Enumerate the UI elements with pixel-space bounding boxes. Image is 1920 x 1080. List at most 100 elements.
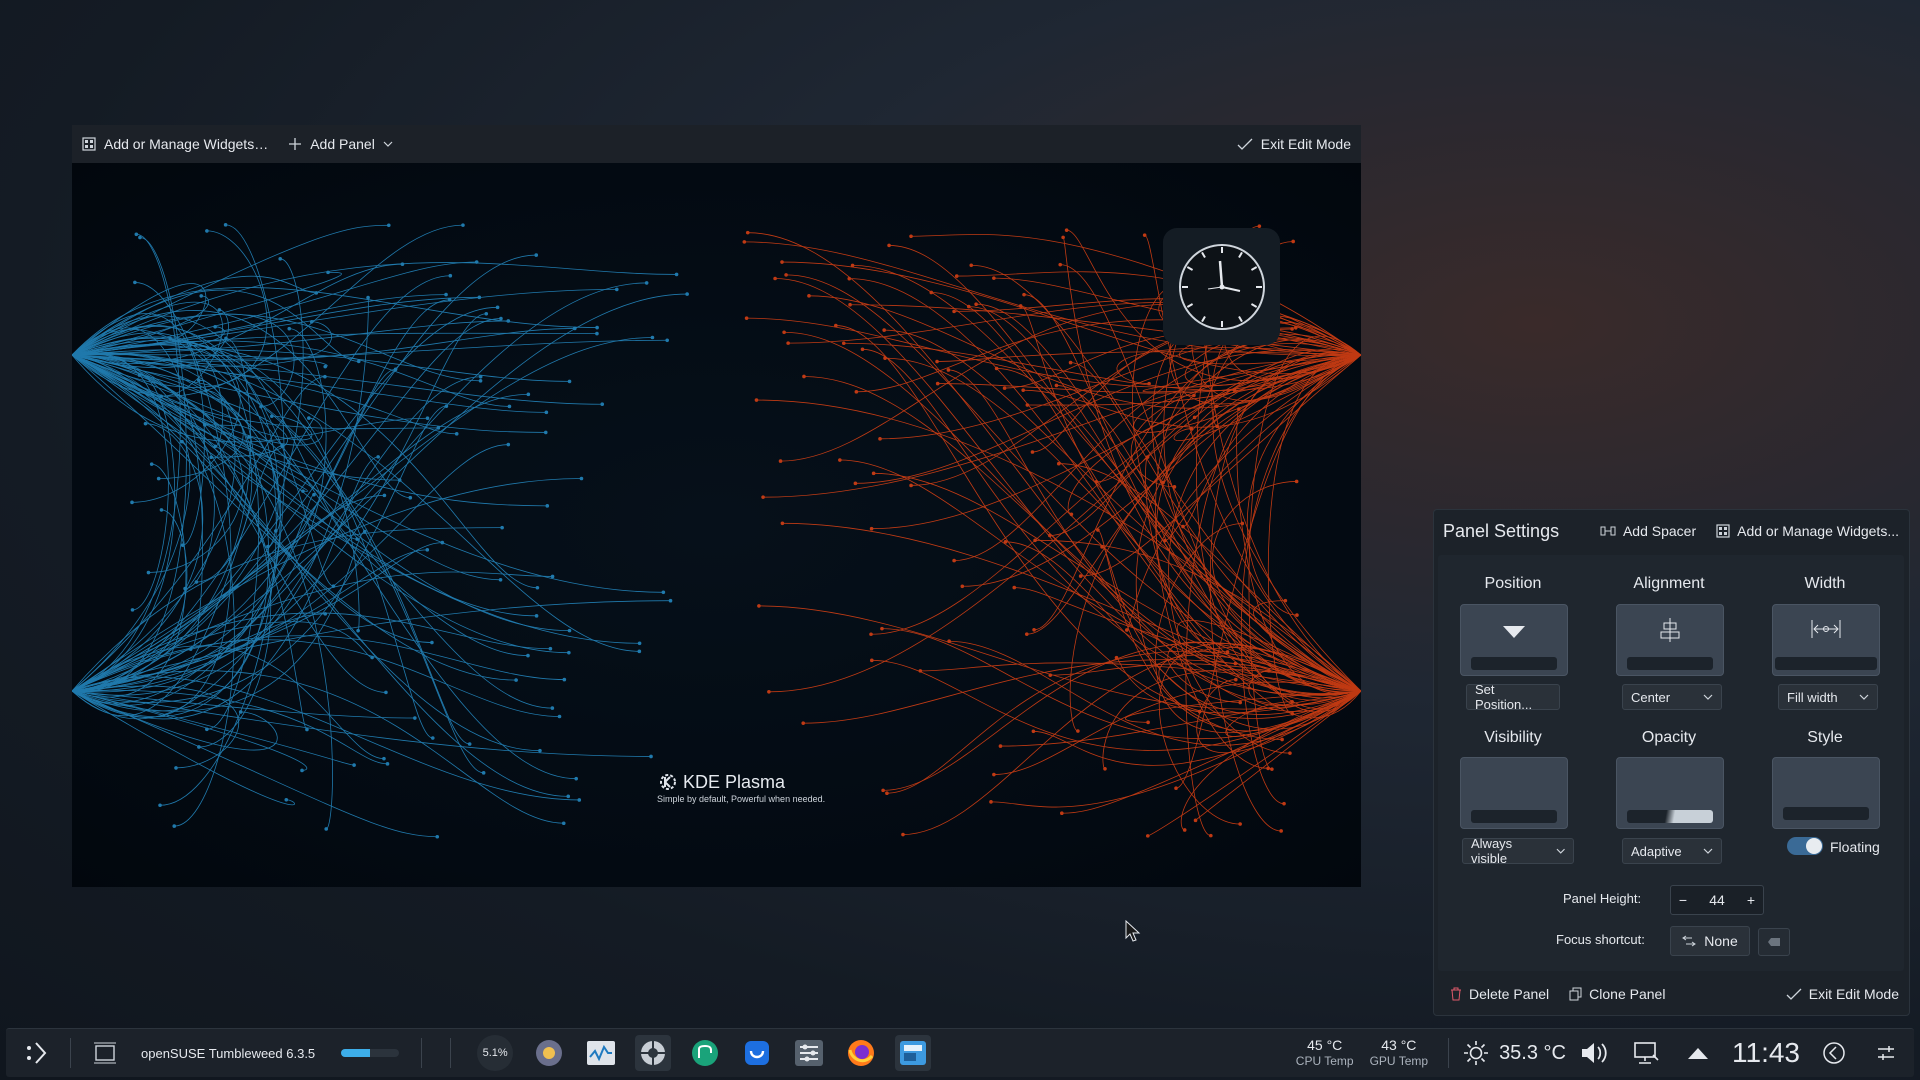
visibility-select[interactable]: Always visible	[1462, 836, 1574, 866]
edit-mode-toolbar: Add or Manage Widgets… Add Panel Exit Ed…	[72, 125, 1361, 163]
cpu-temp-label: CPU Temp	[1295, 1054, 1354, 1068]
ps-manage-widgets-label: Add or Manage Widgets...	[1737, 523, 1899, 539]
arrow-down-icon	[1503, 626, 1525, 638]
exit-edit-mode-button[interactable]: Exit Edit Mode	[1227, 125, 1361, 163]
system-settings-app[interactable]	[791, 1035, 827, 1071]
increment-button[interactable]: +	[1739, 892, 1763, 908]
peek-desktop-button[interactable]	[1816, 1035, 1852, 1071]
ps-manage-widgets-button[interactable]: Add or Manage Widgets...	[1706, 523, 1909, 539]
align-center-icon	[1660, 618, 1680, 642]
visibility-tile[interactable]	[1460, 757, 1568, 829]
visibility-value: Always visible	[1471, 836, 1513, 866]
digital-clock[interactable]: 11:43	[1732, 1037, 1800, 1069]
clone-panel-button[interactable]: Clone Panel	[1559, 986, 1675, 1002]
shopping-bag-icon	[745, 1041, 770, 1065]
ps-exit-edit-mode-button[interactable]: Exit Edit Mode	[1776, 986, 1909, 1002]
chevron-down-icon	[1556, 848, 1565, 854]
visibility-title: Visibility	[1484, 729, 1542, 746]
add-panel-label: Add Panel	[310, 136, 375, 152]
alignment-tile[interactable]	[1616, 604, 1724, 676]
clock-face-icon	[1178, 243, 1265, 330]
discover-app[interactable]	[739, 1035, 775, 1071]
spacer-icon	[1600, 526, 1616, 536]
gpu-temp-label: GPU Temp	[1369, 1054, 1429, 1068]
opacity-value: Adaptive	[1631, 843, 1682, 859]
position-tile[interactable]	[1460, 604, 1568, 676]
brand-tagline: Simple by default, Powerful when needed.	[657, 794, 826, 804]
gear-icon	[641, 1041, 666, 1065]
alignment-select[interactable]: Center	[1622, 684, 1722, 710]
system-monitor-icon	[587, 1041, 616, 1065]
trash-icon	[1451, 987, 1461, 1001]
floating-label: Floating	[1830, 839, 1880, 855]
app-orb-icon	[536, 1040, 563, 1066]
cpu-load-badge[interactable]: 5.1%	[477, 1035, 514, 1071]
set-position-button[interactable]: Set Position...	[1466, 682, 1560, 712]
panel-height-value[interactable]: 44	[1695, 892, 1739, 908]
chevron-down-icon	[1703, 848, 1713, 854]
opacity-tile[interactable]	[1616, 757, 1724, 829]
width-title: Width	[1804, 575, 1846, 592]
pager-button[interactable]	[87, 1035, 123, 1071]
add-spacer-button[interactable]: Add Spacer	[1590, 523, 1706, 539]
gpu-temp-widget[interactable]: 43 °C GPU Temp	[1370, 1037, 1428, 1069]
position-title: Position	[1484, 575, 1542, 592]
manage-widgets-button[interactable]: Add or Manage Widgets…	[72, 125, 278, 163]
firefox-app[interactable]	[843, 1035, 879, 1071]
speaker-icon	[1582, 1043, 1607, 1063]
panel-configure-button[interactable]	[1868, 1035, 1904, 1071]
checkmark-icon	[1786, 988, 1802, 1000]
delete-panel-button[interactable]: Delete Panel	[1440, 986, 1559, 1002]
delete-panel-label: Delete Panel	[1469, 986, 1550, 1002]
add-panel-button[interactable]: Add Panel	[278, 125, 403, 163]
kde-gear-icon	[660, 774, 676, 790]
plus-icon	[289, 138, 302, 150]
decrement-button[interactable]: −	[1671, 892, 1695, 908]
shortcut-icon	[1682, 935, 1697, 947]
weather-temp: 35.3 °C	[1499, 1041, 1566, 1064]
manage-widgets-label: Add or Manage Widgets…	[104, 136, 269, 152]
system-monitor-app[interactable]	[583, 1035, 619, 1071]
volume-button[interactable]	[1576, 1035, 1612, 1071]
gpu-temp-value: 43 °C	[1381, 1037, 1417, 1053]
toggle-knob	[1806, 838, 1822, 854]
panel-settings-dialog: Panel Settings Add Spacer Add or Manage …	[1433, 509, 1910, 1016]
network-monitor-icon	[1634, 1042, 1659, 1064]
sliders-icon	[795, 1040, 824, 1066]
system-tray-expander[interactable]	[1680, 1035, 1716, 1071]
network-button[interactable]	[1628, 1035, 1664, 1071]
active-window-title[interactable]: openSUSE Tumbleweed 6.3.5	[141, 1046, 315, 1061]
app-launcher-button[interactable]	[18, 1035, 54, 1071]
focus-shortcut-button[interactable]: None	[1670, 926, 1750, 956]
widgets-grid-icon	[82, 137, 96, 151]
width-value: Fill width	[1787, 689, 1838, 705]
opacity-title: Opacity	[1641, 729, 1697, 746]
fill-width-icon	[1811, 620, 1841, 638]
exit-edit-mode-label: Exit Edit Mode	[1260, 136, 1351, 152]
cpu-temp-widget[interactable]: 45 °C CPU Temp	[1296, 1037, 1354, 1069]
chevron-left-circle-icon	[1823, 1042, 1845, 1064]
focus-shortcut-value: None	[1704, 933, 1738, 949]
alignment-value: Center	[1631, 689, 1671, 705]
width-select[interactable]: Fill width	[1778, 684, 1878, 710]
style-tile[interactable]	[1772, 757, 1880, 829]
clear-shortcut-button[interactable]	[1758, 928, 1790, 956]
clone-panel-label: Clone Panel	[1589, 986, 1666, 1002]
weather-widget[interactable]: 35.3 °C	[1463, 1040, 1566, 1066]
launcher-icon	[27, 1042, 47, 1064]
focus-shortcut-label: Focus shortcut:	[1556, 932, 1645, 947]
chevron-up-icon	[1688, 1048, 1708, 1059]
active-window-app[interactable]	[895, 1035, 932, 1071]
panel-settings-body: Position Alignment Width Set Position...…	[1438, 555, 1904, 971]
panel-height-spinbox[interactable]: − 44 +	[1670, 885, 1764, 915]
taskbar-panel: openSUSE Tumbleweed 6.3.5 5.1% 45 °C CPU…	[6, 1028, 1914, 1077]
settings-app[interactable]	[635, 1035, 672, 1071]
opacity-select[interactable]: Adaptive	[1622, 838, 1722, 864]
taskbar-app-1[interactable]	[531, 1035, 567, 1071]
analog-clock-widget[interactable]	[1163, 228, 1280, 345]
mouse-cursor-icon	[1125, 920, 1141, 942]
floating-toggle[interactable]	[1787, 837, 1823, 855]
mastodon-app[interactable]	[687, 1035, 723, 1071]
width-tile[interactable]	[1772, 604, 1880, 676]
widgets-grid-icon	[1716, 524, 1730, 538]
